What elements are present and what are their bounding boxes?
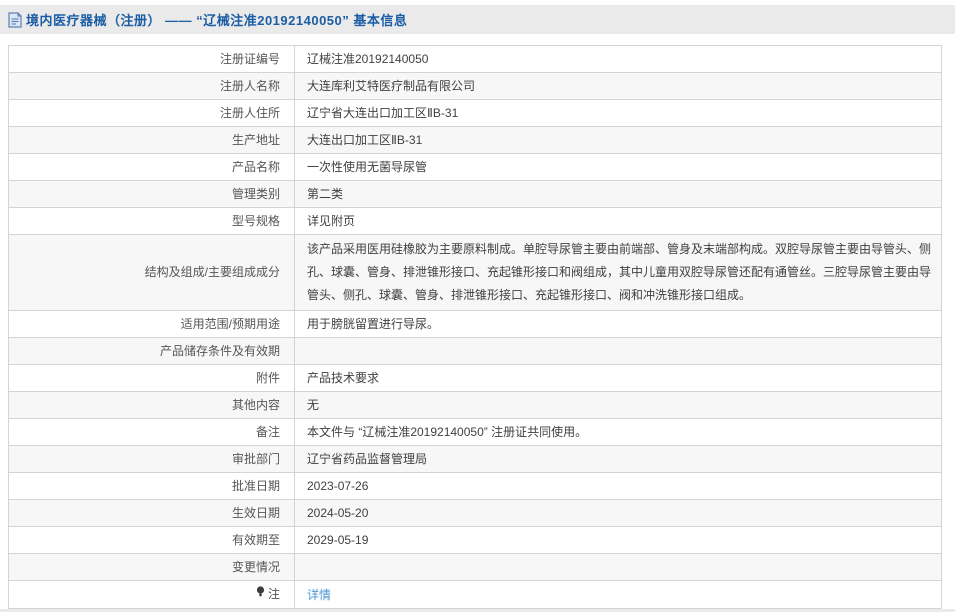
row-value: 辽械注准20192140050	[294, 45, 942, 73]
row-value: 辽宁省药品监督管理局	[294, 445, 942, 473]
table-row: 注册证编号 辽械注准20192140050	[8, 45, 942, 73]
row-value: 一次性使用无菌导尿管	[294, 153, 942, 181]
row-value	[294, 553, 942, 581]
registration-info-table: 注册证编号 辽械注准20192140050 注册人名称 大连库利艾特医疗制品有限公司注…	[8, 45, 942, 609]
table-row: 有效期至 2029-05-19	[8, 526, 942, 554]
table-row: 批准日期 2023-07-26	[8, 472, 942, 500]
row-label: 适用范围/预期用途	[8, 310, 295, 338]
row-value: 产品技术要求	[294, 364, 942, 392]
table-row: 产品储存条件及有效期	[8, 337, 942, 365]
row-label: 批准日期	[8, 472, 295, 500]
row-label: 备注	[8, 418, 295, 446]
registration-info-section: 注册证编号 辽械注准20192140050 注册人名称 大连库利艾特医疗制品有限公司注…	[8, 45, 955, 609]
table-row: 型号规格 详见附页	[8, 207, 942, 235]
row-value: 第二类	[294, 180, 942, 208]
bulb-icon	[256, 586, 265, 604]
row-value: 本文件与 “辽械注准20192140050” 注册证共同使用。	[294, 418, 942, 446]
table-row: 变更情况	[8, 553, 942, 581]
details-link[interactable]: 详情	[307, 588, 331, 602]
table-row: 注册人名称 大连库利艾特医疗制品有限公司	[8, 72, 942, 100]
row-value: 详见附页	[294, 207, 942, 235]
row-value	[294, 337, 942, 365]
row-label: 生产地址	[8, 126, 295, 154]
row-label: 管理类别	[8, 180, 295, 208]
row-value: 用于膀胱留置进行导尿。	[294, 310, 942, 338]
table-row: 其他内容无	[8, 391, 942, 419]
row-label: 有效期至	[8, 526, 295, 554]
row-value: 辽宁省大连出口加工区ⅡB-31	[294, 99, 942, 127]
table-row: 生产地址 大连出口加工区ⅡB-31	[8, 126, 942, 154]
row-value: 2023-07-26	[294, 472, 942, 500]
row-value: 该产品采用医用硅橡胶为主要原料制成。单腔导尿管主要由前端部、管身及末端部构成。双…	[294, 234, 942, 311]
table-row: 结构及组成/主要组成成分 该产品采用医用硅橡胶为主要原料制成。单腔导尿管主要由前端…	[8, 234, 942, 311]
table-row: 附件 产品技术要求	[8, 364, 942, 392]
row-value: 2024-05-20	[294, 499, 942, 527]
row-label: 附件	[8, 364, 295, 392]
row-label: 产品储存条件及有效期	[8, 337, 295, 365]
row-label: 型号规格	[8, 207, 295, 235]
table-row: 备注 本文件与 “辽械注准20192140050” 注册证共同使用。	[8, 418, 942, 446]
row-label: 注	[8, 580, 295, 609]
row-value: 2029-05-19	[294, 526, 942, 554]
row-label: 审批部门	[8, 445, 295, 473]
row-value: 详情	[294, 580, 942, 609]
table-row: 适用范围/预期用途 用于膀胱留置进行导尿。	[8, 310, 942, 338]
title-bar: 境内医疗器械（注册） —— “辽械注准20192140050” 基本信息	[0, 5, 955, 34]
row-value: 大连库利艾特医疗制品有限公司	[294, 72, 942, 100]
table-row: 产品名称 一次性使用无菌导尿管	[8, 153, 942, 181]
row-label: 结构及组成/主要组成成分	[8, 234, 295, 311]
document-icon	[8, 11, 22, 28]
row-label: 注册人住所	[8, 99, 295, 127]
row-label: 注册人名称	[8, 72, 295, 100]
row-label: 产品名称	[8, 153, 295, 181]
row-value: 无	[294, 391, 942, 419]
row-label: 注册证编号	[8, 45, 295, 73]
table-row: 审批部门 辽宁省药品监督管理局	[8, 445, 942, 473]
table-row: 管理类别 第二类	[8, 180, 942, 208]
row-label: 生效日期	[8, 499, 295, 527]
table-row: 注册人住所 辽宁省大连出口加工区ⅡB-31	[8, 99, 942, 127]
row-value: 大连出口加工区ⅡB-31	[294, 126, 942, 154]
row-label: 其他内容	[8, 391, 295, 419]
table-row: 生效日期 2024-05-20	[8, 499, 942, 527]
row-label: 变更情况	[8, 553, 295, 581]
page-title: 境内医疗器械（注册） —— “辽械注准20192140050” 基本信息	[26, 13, 408, 28]
table-row: 注详情	[8, 580, 942, 609]
